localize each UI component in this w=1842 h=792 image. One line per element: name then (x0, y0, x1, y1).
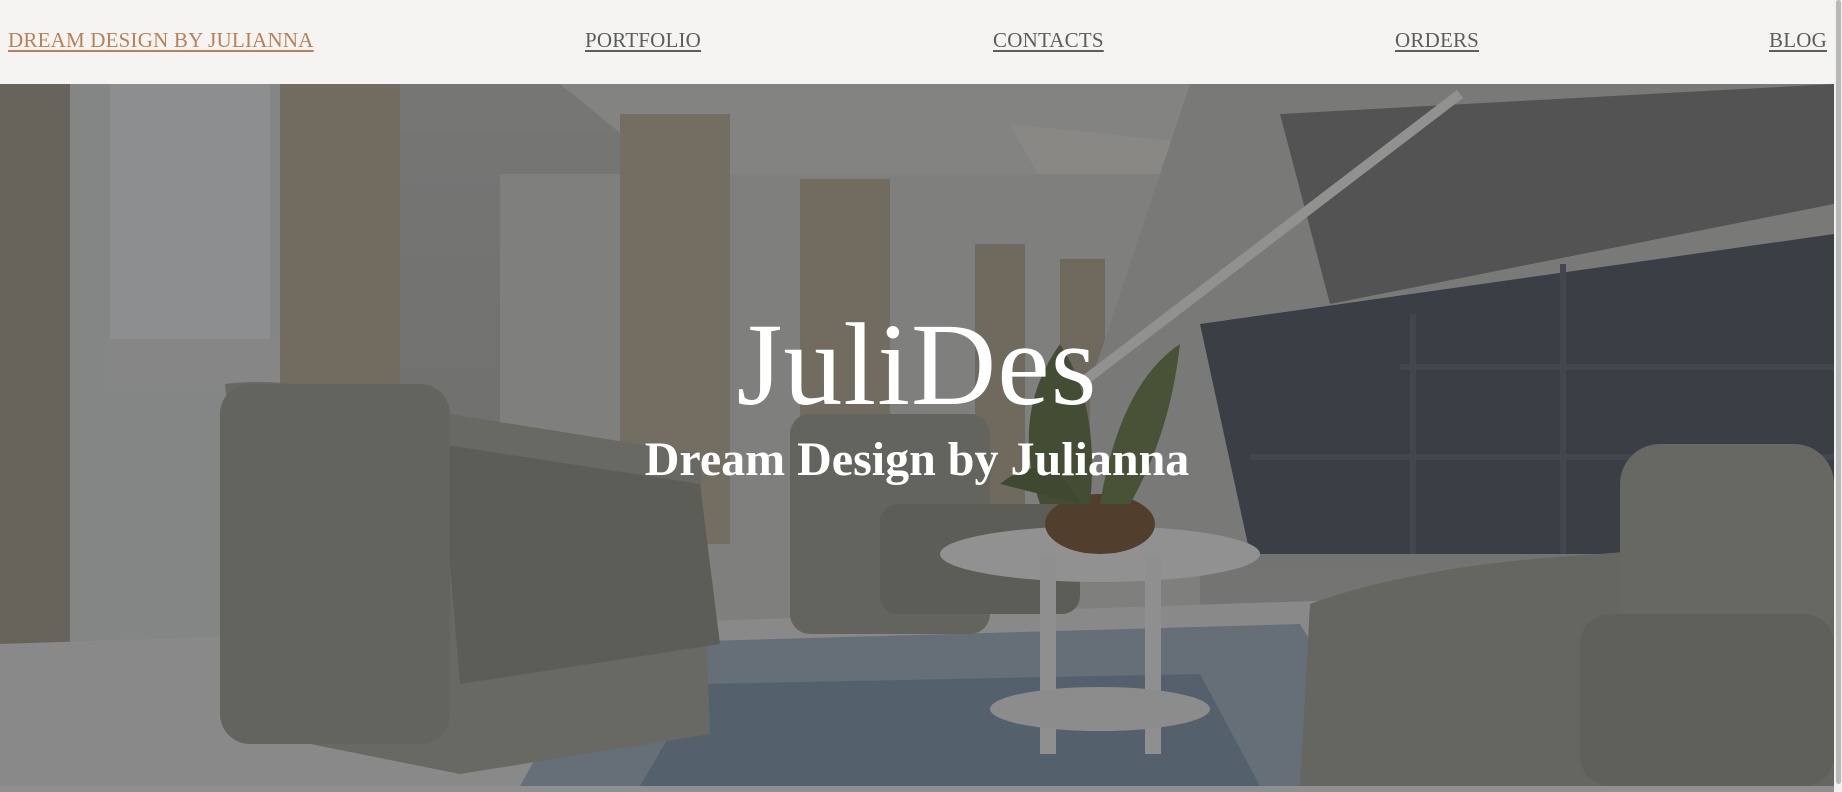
nav-link-blog[interactable]: BLOG (1769, 28, 1827, 53)
vertical-scrollbar[interactable] (1834, 0, 1842, 792)
brand-link[interactable]: DREAM DESIGN BY JULIANNA (8, 28, 314, 53)
top-navigation: DREAM DESIGN BY JULIANNA PORTFOLIO CONTA… (0, 0, 1842, 84)
hero-title: JuliDes (736, 299, 1098, 430)
nav-link-contacts[interactable]: CONTACTS (993, 28, 1104, 53)
scrollbar-thumb[interactable] (1836, 0, 1841, 784)
hero-subtitle: Dream Design by Julianna (644, 433, 1190, 486)
nav-link-orders[interactable]: ORDERS (1395, 28, 1479, 53)
page-bottom-edge (0, 786, 1842, 792)
hero-banner: JuliDes Dream Design by Julianna (0, 84, 1834, 786)
nav-link-portfolio[interactable]: PORTFOLIO (585, 28, 701, 53)
